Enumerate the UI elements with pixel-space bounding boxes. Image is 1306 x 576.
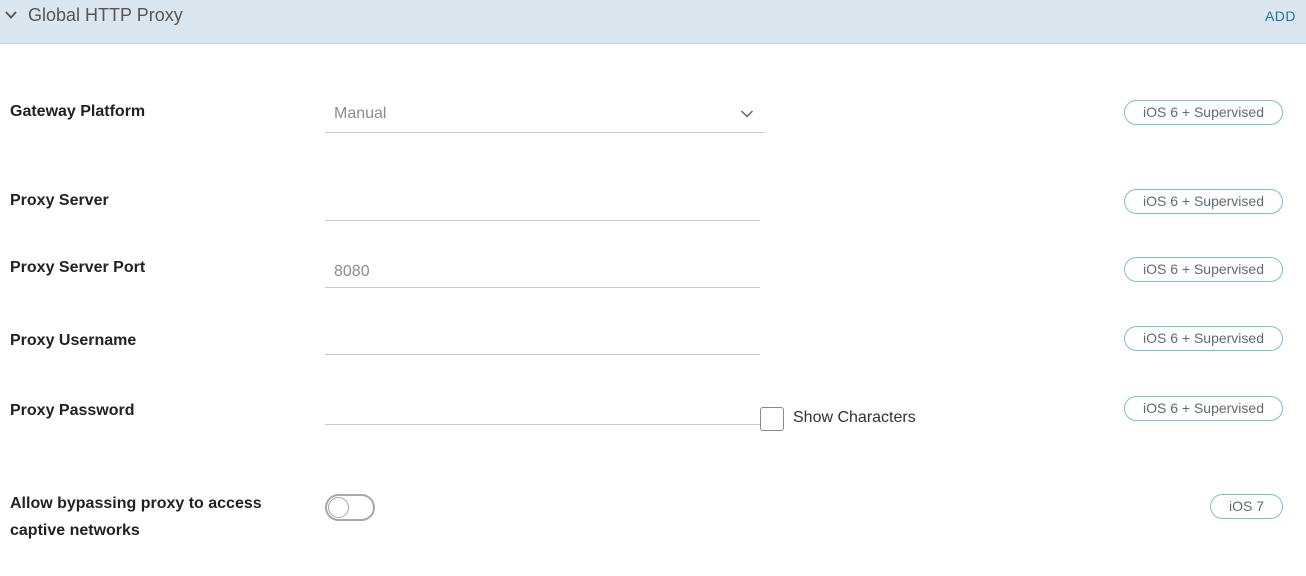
- allow-bypass-toggle[interactable]: [325, 494, 375, 521]
- gateway-platform-label: Gateway Platform: [10, 103, 146, 120]
- proxy-password-input[interactable]: [325, 393, 760, 425]
- section-header-global-http-proxy[interactable]: Global HTTP Proxy ADD: [0, 0, 1306, 44]
- proxy-username-badge: iOS 6 + Supervised: [1123, 326, 1283, 351]
- allow-bypass-badge: iOS 7: [1209, 494, 1283, 519]
- proxy-server-label: Proxy Server: [10, 192, 109, 209]
- proxy-username-input[interactable]: [325, 323, 760, 355]
- section-title: Global HTTP Proxy: [28, 5, 183, 25]
- allow-bypass-label-line1: Allow bypassing proxy to access: [10, 495, 262, 512]
- proxy-server-input[interactable]: [325, 189, 760, 221]
- gateway-platform-selected-value: Manual: [334, 105, 387, 122]
- proxy-username-label: Proxy Username: [10, 332, 137, 349]
- proxy-server-port-input[interactable]: [325, 256, 760, 288]
- gateway-platform-select[interactable]: Manual: [325, 98, 764, 133]
- allow-bypass-label-line2: captive networks: [10, 522, 140, 539]
- proxy-password-badge: iOS 6 + Supervised: [1123, 396, 1283, 421]
- chevron-down-icon: [740, 110, 754, 118]
- proxy-server-port-label: Proxy Server Port: [10, 259, 146, 276]
- gateway-platform-badge: iOS 6 + Supervised: [1123, 100, 1283, 125]
- proxy-server-badge: iOS 6 + Supervised: [1123, 189, 1283, 214]
- chevron-down-icon[interactable]: [4, 8, 18, 22]
- toggle-knob: [328, 497, 349, 518]
- proxy-server-port-badge: iOS 6 + Supervised: [1123, 257, 1283, 282]
- proxy-password-label: Proxy Password: [10, 402, 135, 419]
- show-characters-label[interactable]: Show Characters: [793, 409, 916, 427]
- add-button[interactable]: ADD: [1265, 8, 1296, 24]
- show-characters-checkbox[interactable]: [760, 407, 784, 431]
